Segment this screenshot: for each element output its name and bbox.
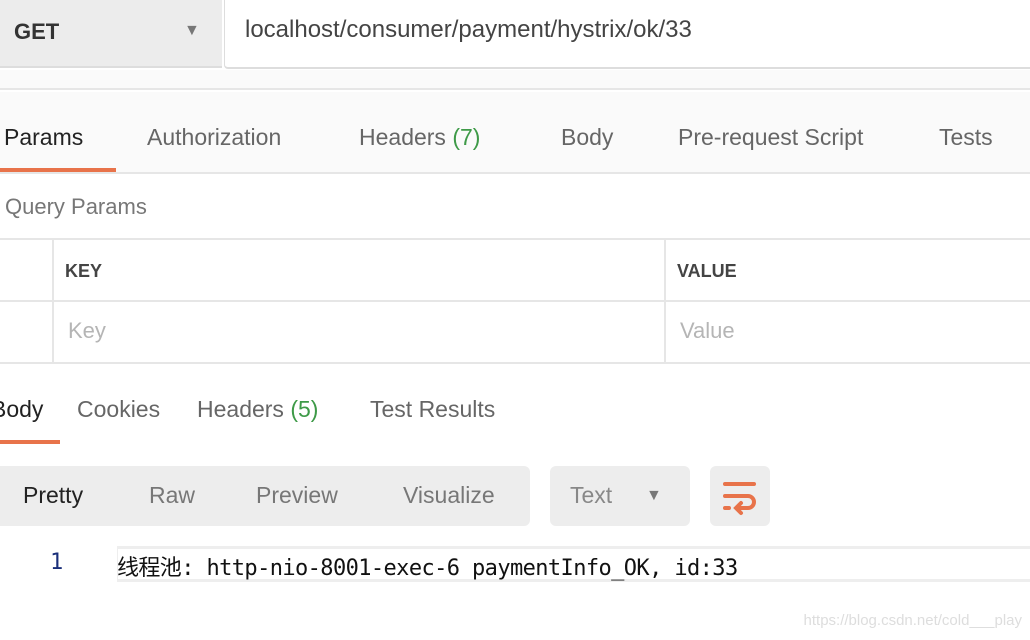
key-header: KEY [65,261,103,281]
tab-headers[interactable]: Headers (7) [359,124,480,151]
divider [0,238,1030,240]
divider [0,300,1030,302]
wrap-lines-button[interactable] [710,466,770,526]
method-select[interactable]: GET ▼ [0,0,222,68]
key-input[interactable]: Key [68,318,106,344]
value-header: VALUE [677,261,737,281]
pretty-button[interactable]: Pretty [23,482,83,509]
divider [664,240,666,362]
tab-params[interactable]: Params [4,124,83,151]
spacer [0,70,1030,90]
chevron-down-icon: ▼ [184,22,200,39]
response-body-text: 线程池: http-nio-8001-exec-6 paymentInfo_OK… [117,556,738,581]
value-input[interactable]: Value [680,318,735,344]
tab-tests[interactable]: Tests [939,124,993,151]
tab-pre-request-script[interactable]: Pre-request Script [678,124,863,151]
url-input[interactable]: localhost/consumer/payment/hystrix/ok/33 [224,0,1030,69]
preview-button[interactable]: Preview [256,482,338,509]
headers-count: (5) [290,396,319,422]
request-tabs: Params Authorization Headers (7) Body Pr… [0,92,1030,174]
response-tab-test-results[interactable]: Test Results [370,396,495,423]
response-tab-cookies[interactable]: Cookies [77,396,160,423]
format-value: Text [570,482,613,508]
method-value: GET [14,19,60,44]
response-tab-body[interactable]: Body [0,396,43,423]
visualize-button[interactable]: Visualize [403,482,495,509]
query-params-title: Query Params [5,194,147,219]
divider [0,362,1030,364]
divider [52,240,54,362]
watermark: https://blog.csdn.net/cold___play [803,612,1022,629]
chevron-down-icon: ▼ [646,487,662,504]
tab-authorization[interactable]: Authorization [147,124,281,151]
line-number: 1 [50,550,64,575]
url-value: localhost/consumer/payment/hystrix/ok/33 [245,16,692,43]
active-tab-indicator [0,168,116,172]
wrap-lines-icon [723,482,756,515]
headers-count: (7) [452,124,481,150]
raw-button[interactable]: Raw [149,482,195,509]
response-tab-headers[interactable]: Headers (5) [197,396,318,423]
active-response-tab-indicator [0,440,60,444]
format-select[interactable]: Text ▼ [550,466,690,526]
tab-body[interactable]: Body [561,124,613,151]
